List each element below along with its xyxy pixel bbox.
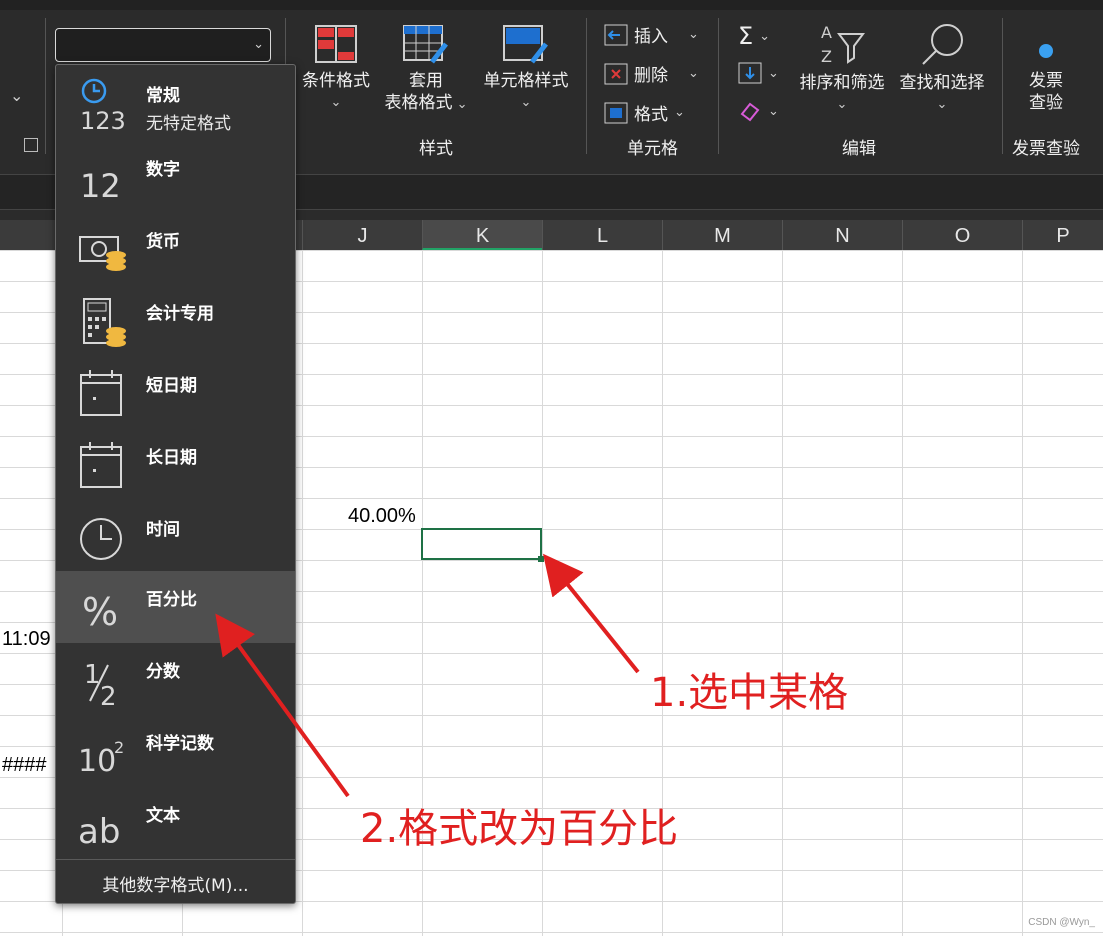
annotation-step1: 1.选中某格: [650, 670, 849, 716]
arrow-to-percentage-item: [215, 613, 350, 798]
arrow-to-selected-cell: [542, 553, 640, 674]
watermark: CSDN @Wyn_: [1028, 917, 1095, 928]
annotation-step2: 2.格式改为百分比: [360, 806, 679, 852]
